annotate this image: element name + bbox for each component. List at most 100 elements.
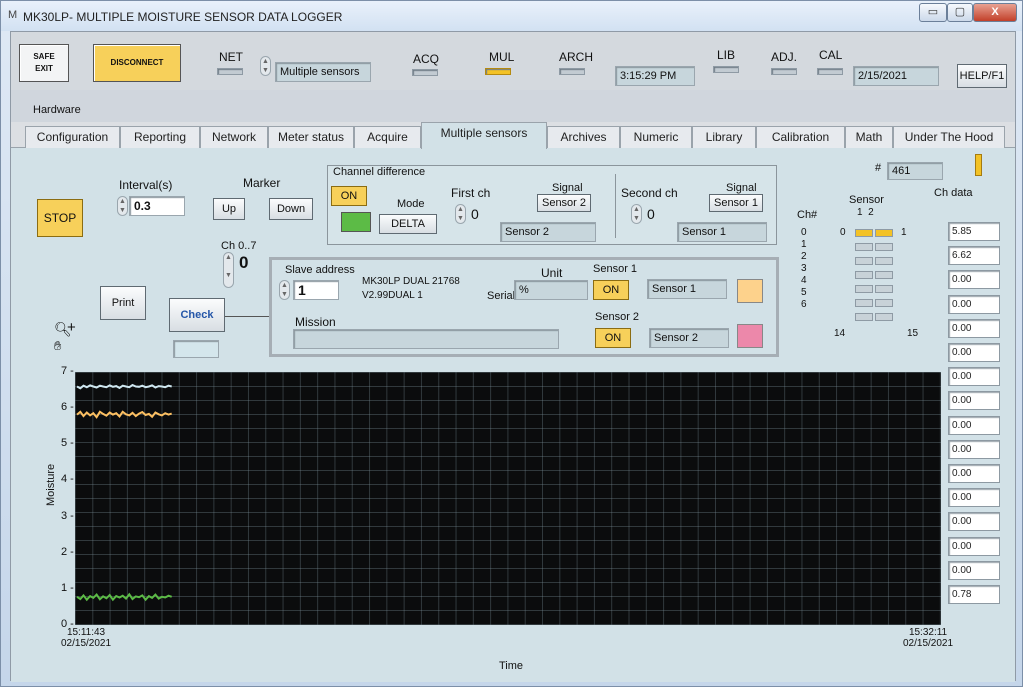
sensor1-label: Sensor 1 [593,263,638,275]
sensor-toggle[interactable] [875,313,893,321]
ch-number: 6 [801,299,807,310]
tab-bar: Configuration Reporting Network Meter st… [11,122,1015,149]
tab-meter-status[interactable]: Meter status [268,126,354,148]
ch-number: 2 [801,251,807,262]
first-ch-label: First ch [451,186,491,200]
mode-label: Mode [397,198,425,210]
signal1-button[interactable]: Sensor 2 [537,194,591,212]
window-title: MK30LP- MULTIPLE MOISTURE SENSOR DATA LO… [23,10,343,24]
ch-data-value: 0.00 [948,464,1000,483]
interval-label: Interval(s) [119,178,173,192]
chart-plot-area[interactable] [75,372,941,625]
mode-delta-button[interactable]: DELTA [379,214,437,234]
y-tick-label: 4 - [61,473,74,486]
interval-input[interactable]: 0.3 [129,196,185,216]
grid-label-15: 15 [907,328,919,339]
slave-address-spinner[interactable]: ▲ ▼ [279,280,290,300]
maximize-button[interactable]: ▢ [947,3,973,22]
tab-library[interactable]: Library [692,126,756,148]
print-button[interactable]: Print [100,286,146,320]
signal2-button[interactable]: Sensor 1 [709,194,763,212]
sensor2-name-field: Sensor 2 [649,328,729,348]
title-bar[interactable]: M MK30LP- MULTIPLE MOISTURE SENSOR DATA … [1,1,1022,31]
tab-under-the-hood[interactable]: Under The Hood [893,126,1005,148]
sensor-toggle[interactable] [855,229,873,237]
check-connector [225,316,269,317]
ch-number: 1 [801,239,807,250]
ch-data-value: 0.00 [948,488,1000,508]
ch07-spinner[interactable]: ▲ ▼ [223,252,234,288]
tab-multiple-sensors[interactable]: Multiple sensors [421,122,547,149]
check-button[interactable]: Check [169,298,225,332]
sensor-toggle[interactable] [875,271,893,279]
x-start-label: 15:11:43 02/15/2021 [61,627,112,649]
ch-data-value: 0.00 [948,391,1000,411]
marker-up-button[interactable]: Up [213,198,245,220]
channel-difference-on-button[interactable]: ON [331,186,367,206]
sensor-toggle[interactable] [875,285,893,293]
cal-led [817,68,843,75]
time-display: 3:15:29 PM [615,66,695,86]
sensor2-on-button[interactable]: ON [595,328,631,348]
lib-led [713,66,739,73]
tab-math[interactable]: Math [845,126,893,148]
sensor-toggle[interactable] [855,243,873,251]
mission-label: Mission [295,315,336,329]
second-ch-label: Second ch [621,186,678,200]
disconnect-button[interactable]: DISCONNECT [93,44,181,82]
tab-acquire[interactable]: Acquire [354,126,421,148]
tab-archives[interactable]: Archives [547,126,620,148]
sensor-toggle[interactable] [855,285,873,293]
app-icon: M [8,9,18,21]
tab-calibration[interactable]: Calibration [756,126,845,148]
tab-network[interactable]: Network [200,126,268,148]
sensor2-label: Sensor 2 [595,311,640,323]
ch-data-value: 0.00 [948,560,1000,580]
y-tick-label: 7 - [61,365,74,377]
ch07-label: Ch 0..7 [221,240,257,252]
first-ch-spinner[interactable]: ▲ ▼ [455,204,466,224]
close-button[interactable]: X [973,3,1017,22]
ch-number: 4 [801,275,807,286]
first-ch-value: 0 [471,206,479,222]
second-ch-value: 0 [647,206,655,222]
second-ch-spinner[interactable]: ▲ ▼ [631,204,642,224]
sensor-toggle[interactable] [855,257,873,265]
safe-exit-button[interactable]: SAFE EXIT [19,44,69,82]
date-display: 2/15/2021 [853,66,939,86]
slave-address-input[interactable]: 1 [293,280,339,300]
tab-numeric[interactable]: Numeric [620,126,692,148]
arch-label: ARCH [559,50,594,64]
ch07-value[interactable]: 0 [235,254,255,274]
help-button[interactable]: HELP/F1 [957,64,1007,88]
sensor-toggle[interactable] [855,313,873,321]
ch-number: 0 [801,227,807,238]
mul-led [485,68,511,75]
stop-button[interactable]: STOP [37,199,83,237]
ch-data-value: 0.00 [948,270,1000,290]
crosshair-icon[interactable]: + [67,319,76,336]
sensor-toggle[interactable] [875,229,893,237]
sensor-toggle[interactable] [875,257,893,265]
hand-icon[interactable]: ✋︎ [54,338,61,354]
chart-svg [76,383,173,602]
mode-spinner[interactable]: ▲ ▼ [260,56,271,76]
sensor1-color-swatch[interactable] [737,279,763,303]
activity-indicator [975,154,982,176]
grid-label-14: 14 [834,328,846,339]
sensor-toggle[interactable] [875,243,893,251]
tab-configuration[interactable]: Configuration [25,126,120,148]
interval-spinner[interactable]: ▲ ▼ [117,196,128,216]
ch-data-value: 0.00 [948,439,1000,459]
ch-data-value: 0.00 [948,512,1000,532]
sensor2-color-swatch[interactable] [737,324,763,348]
marker-down-button[interactable]: Down [269,198,313,220]
minimize-button[interactable]: ▭ [919,3,947,22]
sensor-toggle[interactable] [855,271,873,279]
ch-data-value: 0.78 [948,585,1000,604]
tab-reporting[interactable]: Reporting [120,126,200,148]
sensor-toggle[interactable] [855,299,873,307]
sensor-toggle[interactable] [875,299,893,307]
sensor1-on-button[interactable]: ON [593,280,629,300]
client-area: SAFE EXIT DISCONNECT NET ▲ ▼ Multiple sens… [10,31,1016,682]
